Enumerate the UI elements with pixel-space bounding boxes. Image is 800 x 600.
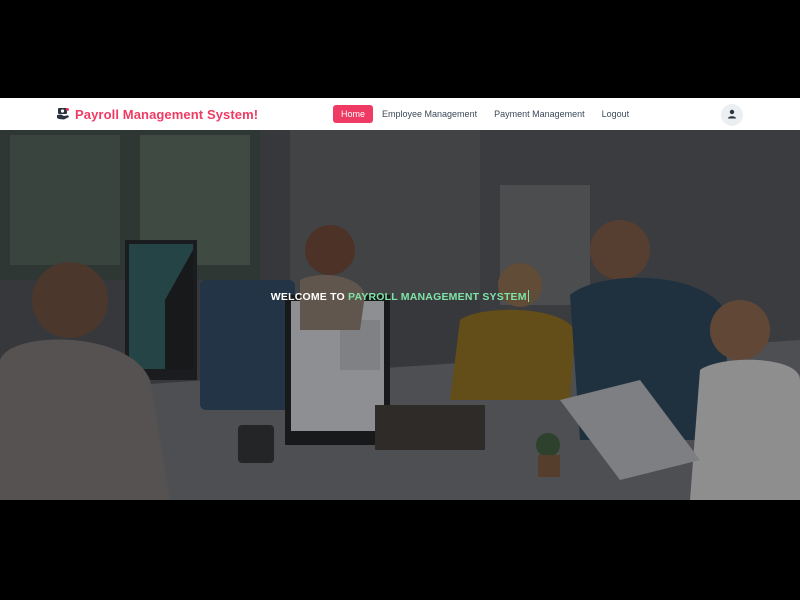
- hero-title: WELCOME TO PAYROLL MANAGEMENT SYSTEM: [0, 290, 800, 303]
- brand-link[interactable]: Payroll Management System!: [56, 98, 258, 130]
- navbar: Payroll Management System! Home Employee…: [0, 98, 800, 130]
- user-icon: [727, 106, 737, 124]
- bottom-letterbox: [0, 500, 800, 600]
- hero-title-prefix: WELCOME TO: [270, 291, 349, 303]
- brand-title: Payroll Management System!: [75, 106, 259, 122]
- typing-cursor: [527, 290, 530, 302]
- nav-home[interactable]: Home: [333, 105, 374, 123]
- top-letterbox: [0, 0, 800, 98]
- hero-section: WELCOME TO PAYROLL MANAGEMENT SYSTEM: [0, 130, 800, 500]
- nav-payment-management[interactable]: Payment Management: [486, 105, 593, 123]
- nav-employee-management[interactable]: Employee Management: [374, 105, 485, 123]
- nav-links: Home Employee Management Payment Managem…: [333, 98, 638, 130]
- nav-logout[interactable]: Logout: [594, 105, 638, 123]
- hero-overlay: [0, 130, 800, 500]
- hand-money-icon: [56, 107, 70, 121]
- hero-title-highlight: PAYROLL MANAGEMENT SYSTEM: [348, 291, 527, 303]
- user-menu-button[interactable]: [721, 104, 743, 126]
